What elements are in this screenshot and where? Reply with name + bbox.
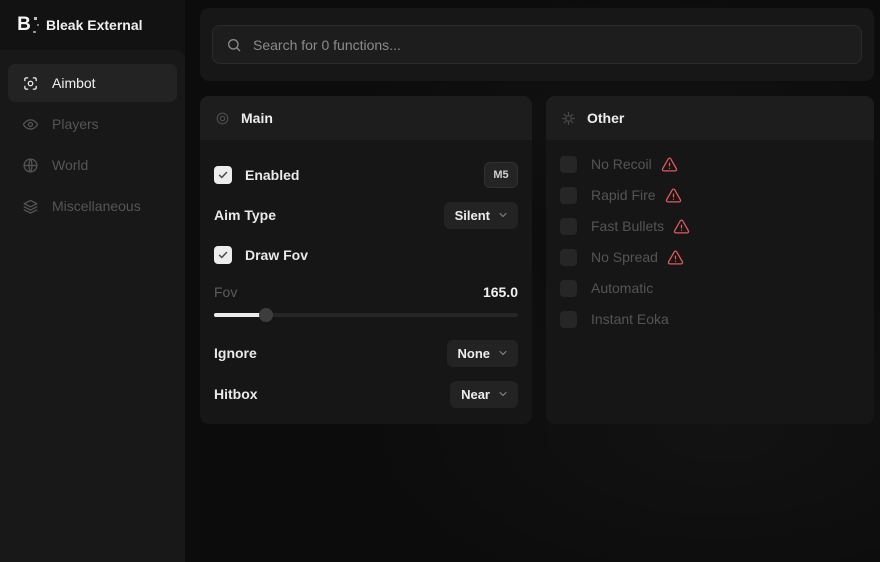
enabled-checkbox[interactable] <box>214 166 232 184</box>
search-box[interactable] <box>212 25 862 64</box>
other-item-label: Rapid Fire <box>591 187 656 203</box>
eye-icon <box>22 116 39 133</box>
warning-icon <box>661 156 678 173</box>
sidebar-item-label: Aimbot <box>52 75 96 91</box>
instant-eoka-checkbox[interactable] <box>560 311 577 328</box>
no-spread-checkbox[interactable] <box>560 249 577 266</box>
ignore-value: None <box>458 346 491 361</box>
warning-icon <box>667 249 684 266</box>
other-item-no-recoil[interactable]: No Recoil <box>560 153 860 175</box>
enabled-row: Enabled M5 <box>214 162 518 188</box>
main-panel: Main Enabled M5 Aim Type Silent <box>200 96 532 424</box>
gear-icon <box>561 111 576 126</box>
warning-icon <box>673 218 690 235</box>
fast-bullets-checkbox[interactable] <box>560 218 577 235</box>
fov-label: Fov <box>214 284 237 300</box>
other-item-label: No Recoil <box>591 156 652 172</box>
other-item-no-spread[interactable]: No Spread <box>560 246 860 268</box>
ignore-label: Ignore <box>214 345 257 361</box>
aim-type-value: Silent <box>455 208 490 223</box>
other-item-automatic[interactable]: Automatic <box>560 277 860 299</box>
aim-type-row: Aim Type Silent <box>214 201 518 229</box>
logo-row: B Bleak External <box>0 0 185 50</box>
no-recoil-checkbox[interactable] <box>560 156 577 173</box>
sidebar-item-players[interactable]: Players <box>8 105 177 143</box>
app-title: Bleak External <box>46 17 143 33</box>
enabled-label: Enabled <box>245 167 299 183</box>
search-icon <box>226 37 242 53</box>
other-item-label: No Spread <box>591 249 658 265</box>
hitbox-label: Hitbox <box>214 386 258 402</box>
automatic-checkbox[interactable] <box>560 280 577 297</box>
chevron-down-icon <box>497 209 509 221</box>
draw-fov-label: Draw Fov <box>245 247 308 263</box>
hitbox-dropdown[interactable]: Near <box>450 381 518 408</box>
other-panel-header: Other <box>546 96 874 140</box>
sidebar-item-label: Players <box>52 116 99 132</box>
globe-icon <box>22 157 39 174</box>
chevron-down-icon <box>497 388 509 400</box>
enabled-keybind-button[interactable]: M5 <box>484 162 518 188</box>
sidebar-item-label: World <box>52 157 88 173</box>
hitbox-value: Near <box>461 387 490 402</box>
sidebar-item-aimbot[interactable]: Aimbot <box>8 64 177 102</box>
main-panel-header: Main <box>200 96 532 140</box>
other-panel: Other No Recoil Rapid Fire Fast Bullets <box>546 96 874 424</box>
chevron-down-icon <box>497 347 509 359</box>
aim-type-dropdown[interactable]: Silent <box>444 202 518 229</box>
other-item-label: Fast Bullets <box>591 218 664 234</box>
other-item-instant-eoka[interactable]: Instant Eoka <box>560 308 860 330</box>
layers-icon <box>22 198 39 215</box>
sidebar-item-world[interactable]: World <box>8 146 177 184</box>
warning-icon <box>665 187 682 204</box>
main-panel-title: Main <box>241 110 273 126</box>
target-icon <box>215 111 230 126</box>
fov-slider-thumb[interactable] <box>259 308 273 322</box>
ignore-row: Ignore None <box>214 339 518 367</box>
other-item-rapid-fire[interactable]: Rapid Fire <box>560 184 860 206</box>
search-input[interactable] <box>253 37 848 53</box>
draw-fov-checkbox[interactable] <box>214 246 232 264</box>
other-item-fast-bullets[interactable]: Fast Bullets <box>560 215 860 237</box>
rapid-fire-checkbox[interactable] <box>560 187 577 204</box>
fov-row: Fov 165.0 <box>214 282 518 302</box>
draw-fov-row: Draw Fov <box>214 242 518 268</box>
sidebar: B Bleak External Aimbot Players Wor <box>0 0 185 562</box>
ignore-dropdown[interactable]: None <box>447 340 519 367</box>
sidebar-nav: Aimbot Players World Miscellaneous <box>0 50 185 562</box>
hitbox-row: Hitbox Near <box>214 380 518 408</box>
app-logo-icon: B <box>13 14 35 36</box>
app-window: B Bleak External Aimbot Players Wor <box>0 0 880 562</box>
sidebar-item-label: Miscellaneous <box>52 198 141 214</box>
sidebar-item-miscellaneous[interactable]: Miscellaneous <box>8 187 177 225</box>
other-item-label: Instant Eoka <box>591 311 669 327</box>
fov-slider[interactable] <box>214 308 518 322</box>
other-panel-title: Other <box>587 110 624 126</box>
fov-value: 165.0 <box>483 284 518 300</box>
search-panel <box>200 8 874 81</box>
other-item-label: Automatic <box>591 280 653 296</box>
aim-type-label: Aim Type <box>214 207 276 223</box>
crosshair-focus-icon <box>22 75 39 92</box>
